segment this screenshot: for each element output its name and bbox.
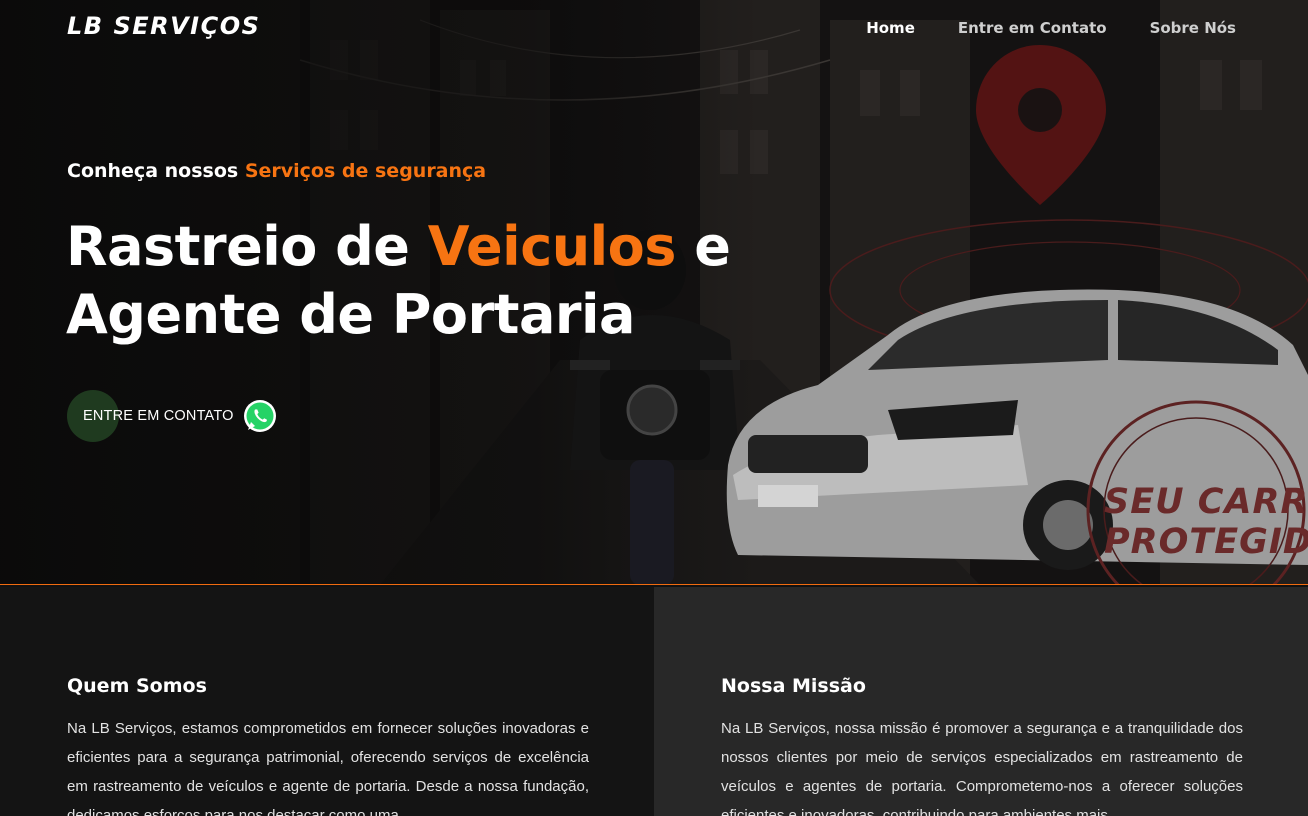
about-left-text: Na LB Serviços, estamos comprometidos em… [67,720,589,816]
nav-item-contact[interactable]: Entre em Contato [958,19,1107,37]
stamp-line-1: SEU CARRO [1104,482,1308,522]
whatsapp-icon [243,400,276,432]
hero-headline: Rastreio de Veiculos e Agente de Portari… [66,213,731,349]
main-nav: Home Entre em Contato Sobre Nós [866,19,1236,37]
headline-accent: Veiculos [427,215,677,278]
cta-label: ENTRE EM CONTATO [83,408,234,424]
headline-part-1: Rastreio de [66,215,428,278]
about-left-title: Quem Somos [67,675,207,697]
headline-part-3: Agente de Portaria [66,283,635,346]
about-right-title: Nossa Missão [721,675,866,697]
brand-logo[interactable]: LB SERVIÇOS [67,12,260,40]
about-mission: Nossa Missão Na LB Serviços, nossa missã… [654,587,1308,816]
hero-kicker-prefix: Conheça nossos [67,160,245,182]
about-who-we-are: Quem Somos Na LB Serviços, estamos compr… [0,587,654,816]
hero-kicker: Conheça nossos Serviços de segurança [67,160,486,182]
nav-item-about[interactable]: Sobre Nós [1150,19,1236,37]
about-section: Quem Somos Na LB Serviços, estamos compr… [0,587,1308,816]
contact-cta-button[interactable]: ENTRE EM CONTATO [67,390,278,442]
hero-divider [0,584,1308,585]
stamp-text: SEU CARRO PROTEGIDO [1104,482,1308,562]
hero-section: SEU CARRO PROTEGIDO LB SERVIÇOS Home Ent… [0,0,1308,585]
headline-part-2: e [675,215,731,278]
nav-item-home[interactable]: Home [866,19,915,37]
stamp-line-2: PROTEGIDO [1104,522,1308,562]
about-right-text: Na LB Serviços, nossa missão é promover … [721,720,1243,816]
hero-kicker-accent: Serviços de segurança [244,160,487,182]
